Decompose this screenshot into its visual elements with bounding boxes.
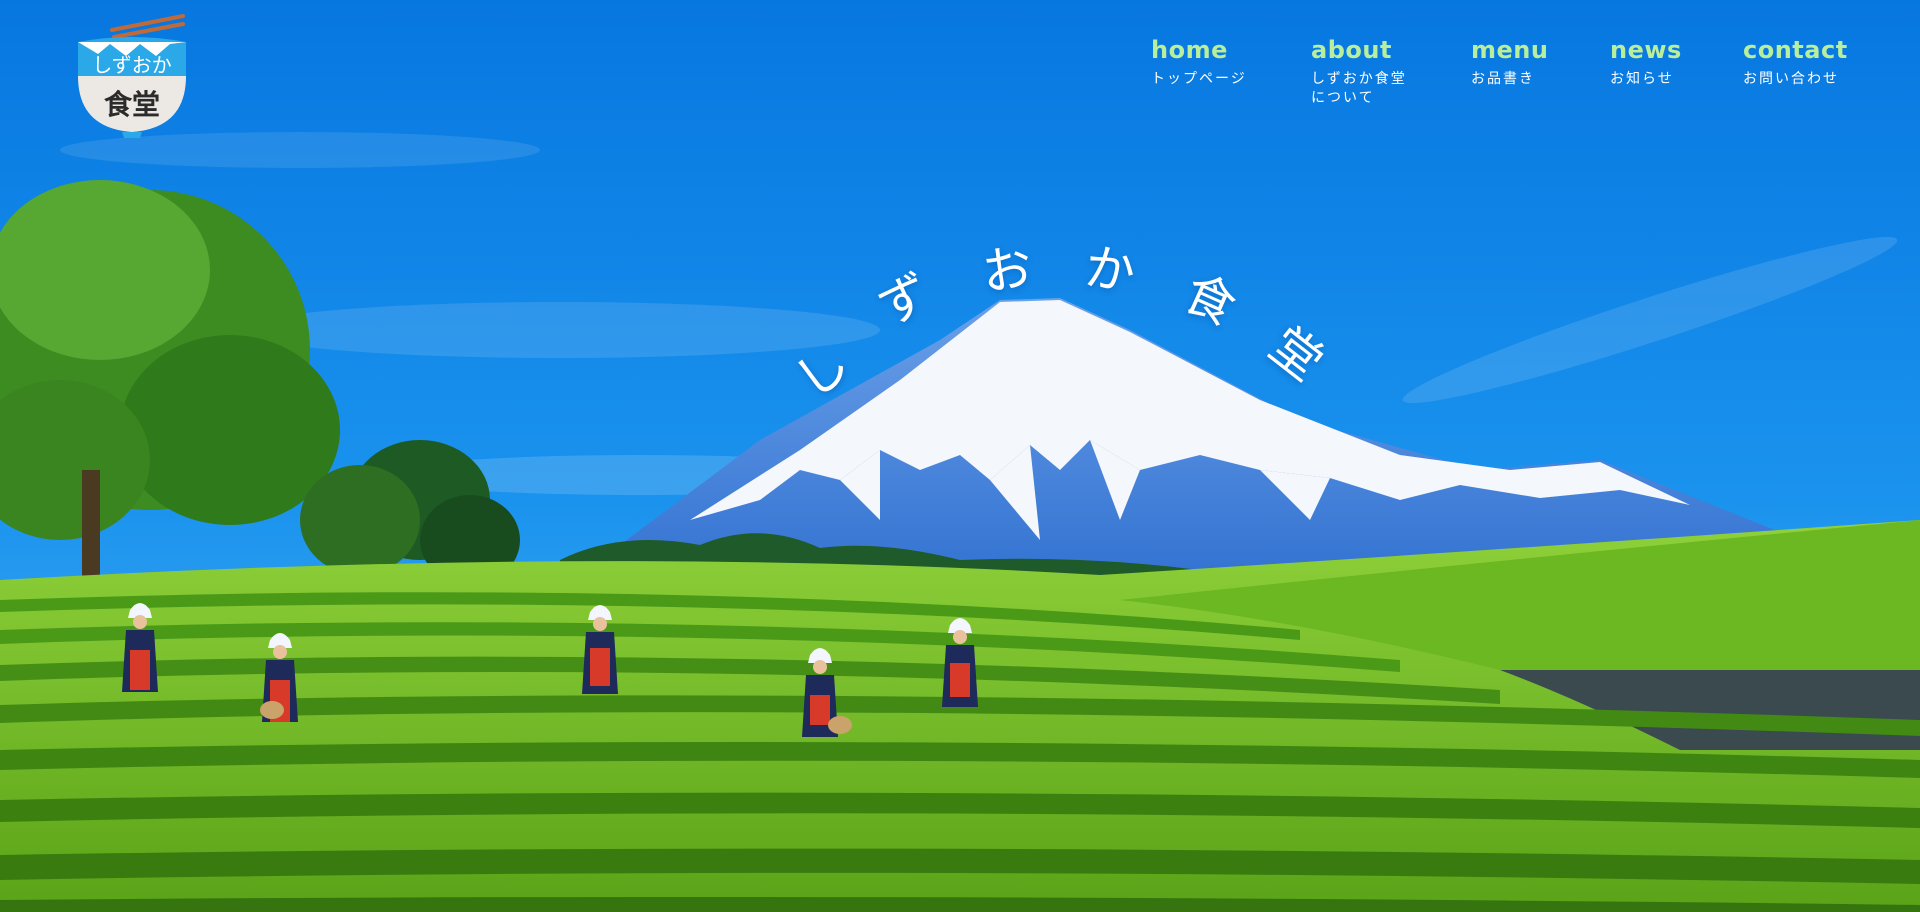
main-nav: home トップページ about しずおか食堂 について menu お品書き … xyxy=(0,34,1920,134)
nav-contact-label: contact xyxy=(1743,36,1848,64)
nav-item-menu[interactable]: menu お品書き xyxy=(1471,34,1548,89)
nav-news-sublabel: お知らせ xyxy=(1610,71,1674,87)
nav-menu-label: menu xyxy=(1471,36,1549,64)
nav-news-label: news xyxy=(1610,36,1682,64)
hero-landscape xyxy=(0,0,1920,912)
nav-contact-sublabel: お問い合わせ xyxy=(1743,71,1839,87)
nav-item-home[interactable]: home トップページ xyxy=(1151,34,1247,89)
nav-about-label: about xyxy=(1311,36,1392,64)
nav-home-sublabel: トップページ xyxy=(1151,71,1247,87)
nav-home-label: home xyxy=(1151,36,1228,64)
nav-menu-sublabel: お品書き xyxy=(1471,71,1535,87)
nav-about-sublabel: しずおか食堂 について xyxy=(1311,71,1407,106)
nav-item-contact[interactable]: contact お問い合わせ xyxy=(1743,34,1848,89)
hero-image xyxy=(0,0,1920,912)
nav-item-news[interactable]: news お知らせ xyxy=(1610,34,1682,89)
nav-item-about[interactable]: about しずおか食堂 について xyxy=(1311,34,1407,108)
